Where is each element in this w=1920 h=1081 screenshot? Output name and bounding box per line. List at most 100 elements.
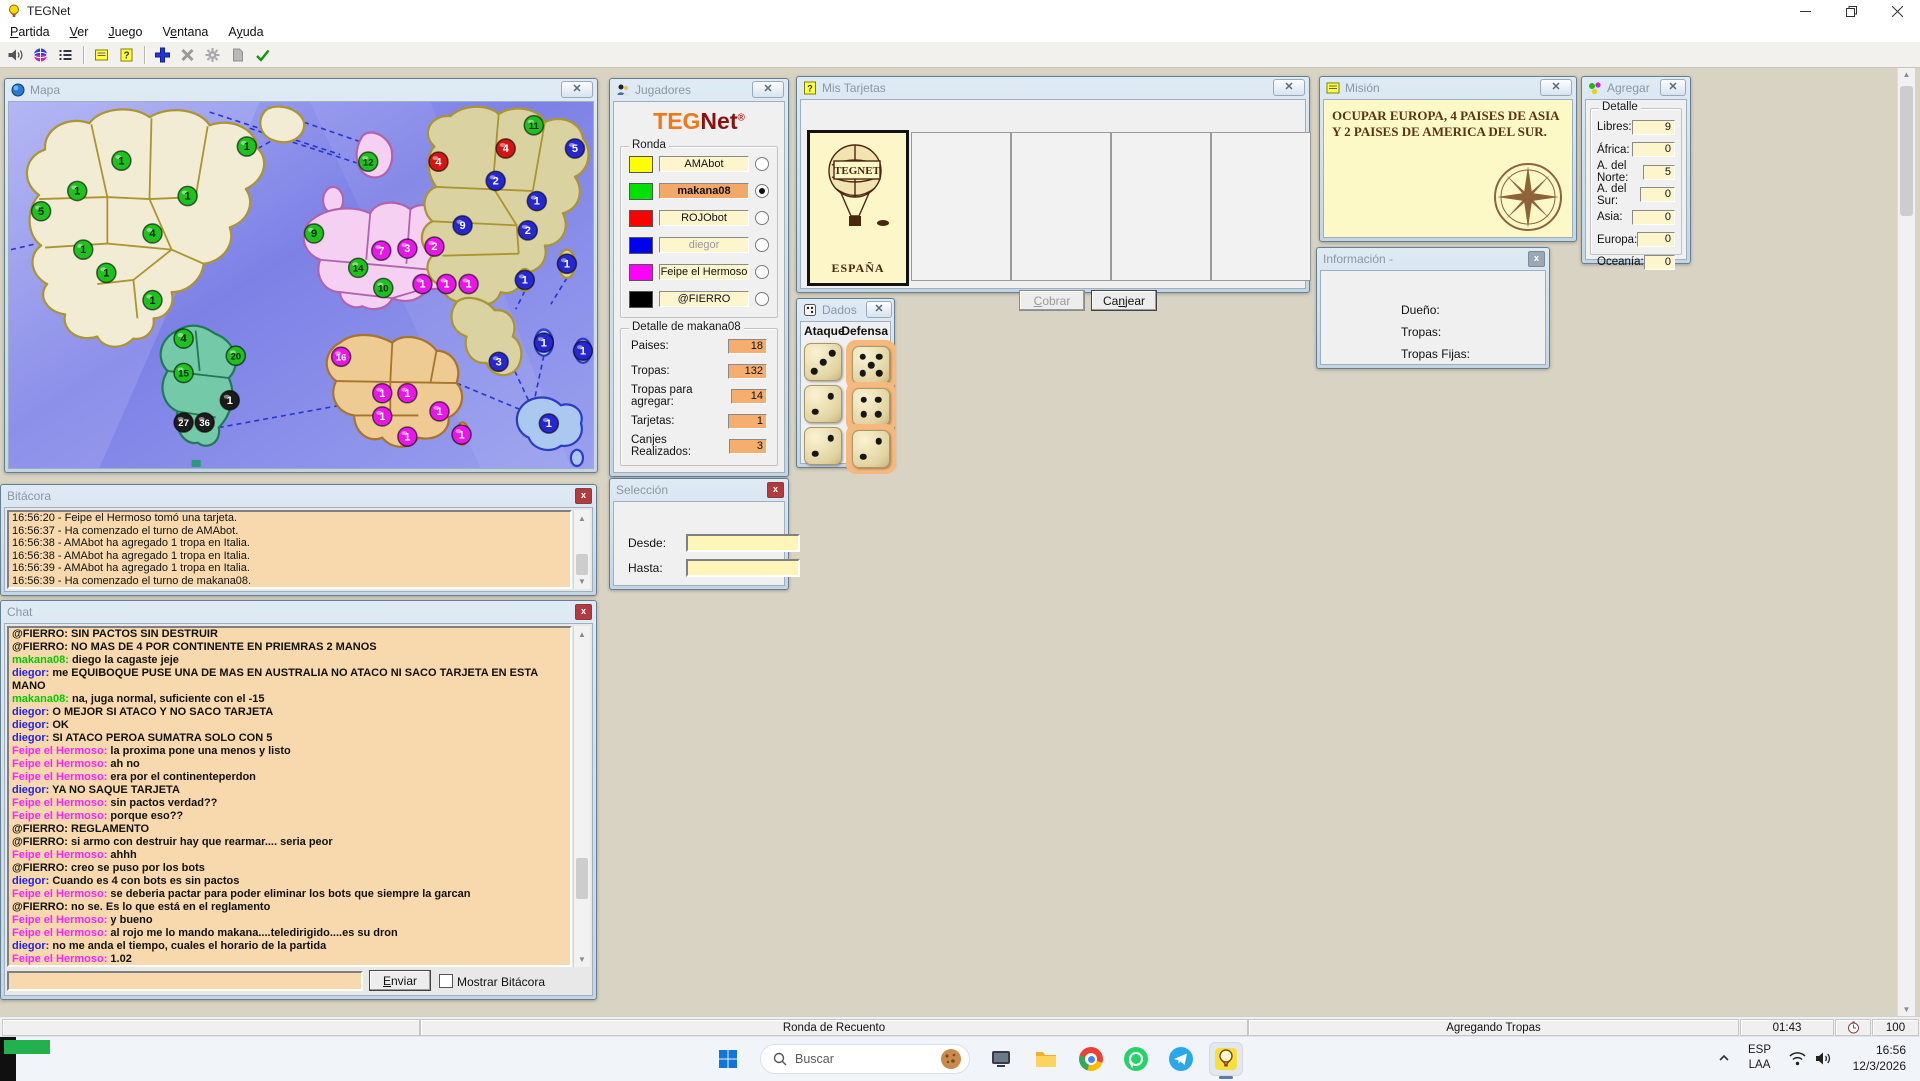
- player-turn-radio[interactable]: [755, 265, 769, 279]
- army-marker[interactable]: 1: [68, 181, 87, 200]
- army-marker[interactable]: 1: [430, 402, 449, 421]
- file-explorer-icon[interactable]: [1030, 1043, 1062, 1075]
- mision-close-button[interactable]: ✕: [1540, 79, 1572, 96]
- minimize-button[interactable]: [1782, 0, 1828, 22]
- hasta-input[interactable]: [686, 559, 800, 577]
- army-marker[interactable]: 2: [518, 221, 537, 240]
- toolbar-sound-icon[interactable]: [3, 43, 28, 67]
- mostrar-bitacora-checkbox[interactable]: [439, 974, 453, 988]
- telegram-icon[interactable]: [1165, 1043, 1197, 1075]
- army-marker[interactable]: 1: [437, 274, 456, 293]
- army-marker[interactable]: 1: [573, 341, 592, 360]
- army-marker[interactable]: 16: [332, 347, 351, 366]
- army-marker[interactable]: 15: [174, 363, 193, 382]
- speaker-icon[interactable]: [1814, 1050, 1833, 1067]
- menu-juego[interactable]: Juego: [98, 23, 152, 41]
- army-marker[interactable]: 10: [374, 278, 393, 297]
- army-marker[interactable]: 1: [373, 384, 392, 403]
- mis-tarjetas-close-button[interactable]: ✕: [1273, 79, 1305, 96]
- menu-ventana[interactable]: Ventana: [152, 23, 218, 41]
- cobrar-button[interactable]: Cobrar: [1019, 290, 1085, 311]
- army-marker[interactable]: 1: [74, 240, 93, 259]
- army-marker[interactable]: 9: [453, 216, 472, 235]
- army-marker[interactable]: 1: [527, 191, 546, 210]
- player-turn-radio[interactable]: [755, 157, 769, 171]
- army-marker[interactable]: 1: [398, 384, 417, 403]
- canjear-button[interactable]: Canjear: [1091, 290, 1157, 311]
- toolbar-world-icon[interactable]: [28, 43, 53, 67]
- taskbar-search[interactable]: Buscar: [760, 1044, 970, 1074]
- bitacora-log[interactable]: 16:56:20 - Feipe el Hermoso tomó una tar…: [7, 510, 572, 589]
- army-marker[interactable]: 11: [524, 116, 543, 135]
- army-marker[interactable]: 1: [459, 274, 478, 293]
- tegnet-taskbar-icon[interactable]: [1210, 1043, 1242, 1075]
- army-marker[interactable]: 4: [143, 224, 162, 243]
- menu-partida[interactable]: Partida: [0, 23, 60, 41]
- army-marker[interactable]: 1: [534, 333, 553, 352]
- army-marker[interactable]: 2: [425, 237, 444, 256]
- army-marker[interactable]: 1: [97, 263, 116, 282]
- close-button[interactable]: [1874, 0, 1920, 22]
- toolbar-help-icon[interactable]: ?: [114, 43, 139, 67]
- player-turn-radio[interactable]: [755, 211, 769, 225]
- restore-button[interactable]: [1828, 0, 1874, 22]
- chat-messages[interactable]: @FIERRO: SIN PACTOS SIN DESTRUIR@FIERRO:…: [7, 626, 572, 967]
- army-marker[interactable]: 1: [237, 137, 256, 156]
- chat-input[interactable]: [7, 971, 363, 991]
- dados-close-button[interactable]: ✕: [866, 301, 892, 318]
- army-marker[interactable]: 1: [539, 414, 558, 433]
- dark-app-icon[interactable]: [985, 1043, 1017, 1075]
- army-marker[interactable]: 1: [373, 407, 392, 426]
- menu-ver[interactable]: Ver: [60, 23, 99, 41]
- army-marker[interactable]: 1: [398, 427, 417, 446]
- army-marker[interactable]: 14: [349, 258, 368, 277]
- jugadores-close-button[interactable]: ✕: [752, 81, 784, 98]
- army-marker[interactable]: 5: [32, 202, 51, 221]
- army-marker[interactable]: 9: [305, 224, 324, 243]
- toolbar-check-icon[interactable]: [250, 43, 275, 67]
- start-button[interactable]: [712, 1043, 744, 1075]
- toolbar-add-icon[interactable]: [150, 43, 175, 67]
- hidden-icons-chevron[interactable]: [1716, 1050, 1732, 1066]
- army-marker[interactable]: 1: [557, 254, 576, 273]
- enviar-button[interactable]: Enviar: [369, 970, 431, 991]
- army-marker[interactable]: 1: [178, 186, 197, 205]
- wifi-icon[interactable]: [1788, 1050, 1807, 1067]
- player-turn-radio[interactable]: [755, 238, 769, 252]
- army-marker[interactable]: 20: [226, 346, 245, 365]
- army-marker[interactable]: 7: [372, 241, 391, 260]
- army-marker[interactable]: 4: [429, 152, 448, 171]
- army-marker[interactable]: 1: [112, 151, 131, 170]
- mapa-close-button[interactable]: ✕: [561, 81, 593, 98]
- chat-close-button[interactable]: x: [575, 604, 592, 620]
- army-marker[interactable]: 1: [143, 291, 162, 310]
- desde-input[interactable]: [686, 534, 800, 552]
- chrome-icon[interactable]: [1075, 1043, 1107, 1075]
- country-card-espana[interactable]: TEGNET ESPAÑA: [807, 130, 909, 286]
- chat-scrollbar[interactable]: ▲▼: [573, 626, 590, 967]
- toolbar-doc-icon[interactable]: [225, 43, 250, 67]
- bitacora-close-button[interactable]: x: [575, 488, 592, 504]
- toolbar-gear-icon[interactable]: [200, 43, 225, 67]
- army-marker[interactable]: 1: [515, 270, 534, 289]
- army-marker[interactable]: 12: [359, 152, 378, 171]
- player-turn-radio[interactable]: [755, 292, 769, 306]
- army-marker[interactable]: 5: [565, 139, 584, 158]
- whatsapp-icon[interactable]: [1120, 1043, 1152, 1075]
- toolbar-close-icon[interactable]: [175, 43, 200, 67]
- player-turn-radio[interactable]: [755, 184, 769, 198]
- army-marker[interactable]: 2: [486, 171, 505, 190]
- language-indicator[interactable]: ESPLAA: [1748, 1043, 1771, 1073]
- army-marker[interactable]: 36: [195, 413, 214, 432]
- army-marker[interactable]: 1: [220, 391, 239, 410]
- toolbar-list-icon[interactable]: [53, 43, 78, 67]
- army-marker[interactable]: 3: [398, 239, 417, 258]
- menu-ayuda[interactable]: Ayuda: [218, 23, 273, 41]
- bitacora-scrollbar[interactable]: ▲▼: [573, 510, 590, 589]
- mdi-scrollbar[interactable]: ▲ ▼: [1897, 68, 1915, 1016]
- agregar-close-button[interactable]: ✕: [1660, 79, 1686, 96]
- army-marker[interactable]: 1: [413, 274, 432, 293]
- army-marker[interactable]: 1: [452, 425, 471, 444]
- army-marker[interactable]: 4: [496, 139, 515, 158]
- army-marker[interactable]: 27: [174, 413, 193, 432]
